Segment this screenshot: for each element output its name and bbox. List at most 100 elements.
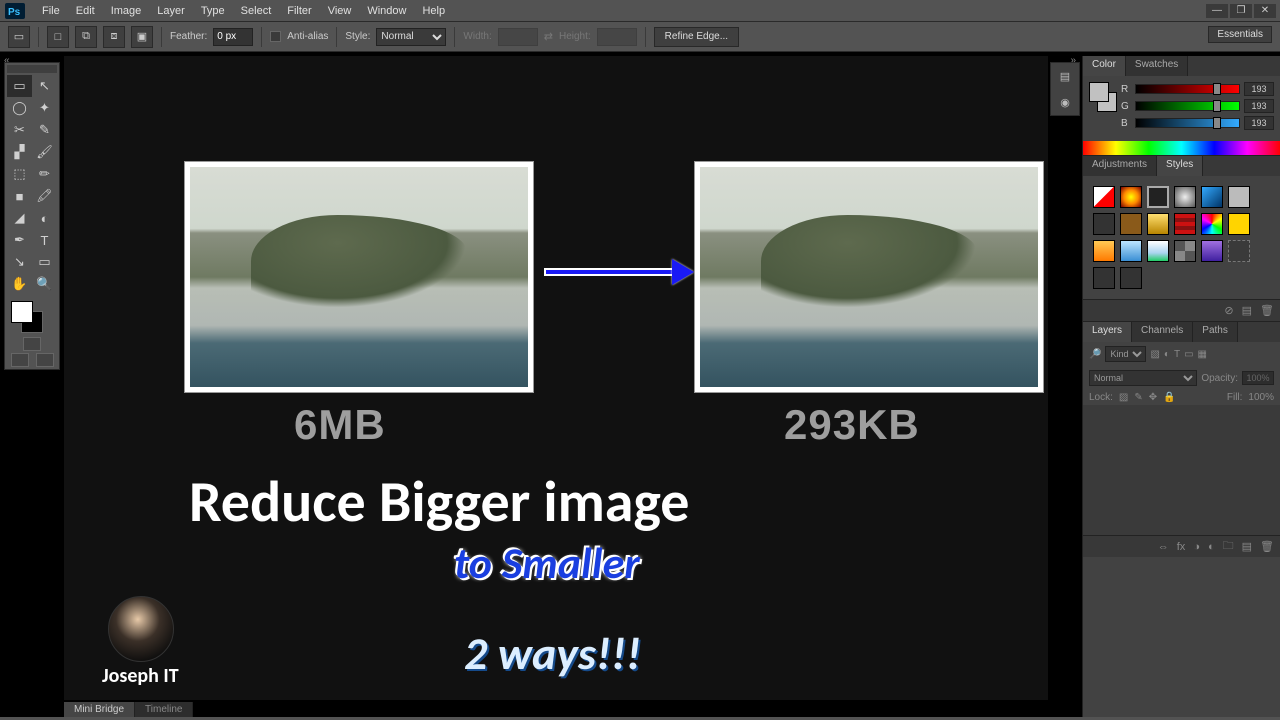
document-canvas[interactable]: 6MB 293KB Reduce Bigger image to Smaller… [64, 56, 1048, 700]
layers-list[interactable] [1083, 405, 1280, 535]
filter-smart-icon[interactable]: ▦ [1198, 349, 1207, 360]
tool-history-brush[interactable]: ✏ [32, 163, 57, 185]
tool-move[interactable]: ↖ [32, 75, 57, 97]
menu-select[interactable]: Select [233, 5, 280, 17]
tab-swatches[interactable]: Swatches [1126, 56, 1188, 76]
selection-subtract-icon[interactable]: ⧈ [103, 26, 125, 48]
screenmode-alt-icon[interactable] [36, 353, 54, 367]
selection-add-icon[interactable]: ⧉ [75, 26, 97, 48]
window-restore-icon[interactable]: ❐ [1230, 4, 1252, 18]
b-value[interactable]: 193 [1244, 116, 1274, 130]
tab-styles[interactable]: Styles [1157, 156, 1203, 176]
active-tool-icon[interactable]: ▭ [8, 26, 30, 48]
r-value[interactable]: 193 [1244, 82, 1274, 96]
style-swatch[interactable] [1201, 186, 1223, 208]
tool-healing[interactable]: ▞ [7, 141, 32, 163]
tool-stamp[interactable]: ⬚ [7, 163, 32, 185]
style-swatch[interactable] [1120, 186, 1142, 208]
properties-panel-icon[interactable]: ◉ [1051, 89, 1079, 115]
tool-pen[interactable]: ✒ [7, 229, 32, 251]
filter-type-icon[interactable]: T [1174, 349, 1180, 360]
b-slider[interactable] [1135, 118, 1240, 128]
style-swatch[interactable] [1174, 213, 1196, 235]
color-spectrum[interactable] [1083, 141, 1280, 155]
fill-value[interactable]: 100% [1248, 392, 1274, 403]
selection-new-icon[interactable]: □ [47, 26, 69, 48]
filter-image-icon[interactable]: ▧ [1150, 349, 1159, 360]
style-swatch[interactable] [1201, 213, 1223, 235]
feather-input[interactable] [213, 28, 253, 46]
delete-layer-icon[interactable]: 🗑 [1260, 540, 1274, 553]
style-swatch[interactable] [1228, 186, 1250, 208]
style-none[interactable] [1093, 186, 1115, 208]
tab-adjustments[interactable]: Adjustments [1083, 156, 1157, 176]
menu-edit[interactable]: Edit [68, 5, 103, 17]
filter-adjust-icon[interactable]: ◐ [1164, 349, 1170, 360]
tool-gradient[interactable]: 🖍 [32, 185, 57, 207]
window-minimize-icon[interactable]: — [1206, 4, 1228, 18]
g-value[interactable]: 193 [1244, 99, 1274, 113]
lock-brush-icon[interactable]: ✎ [1134, 392, 1142, 403]
tool-eyedropper[interactable]: ✎ [32, 119, 57, 141]
tab-paths[interactable]: Paths [1193, 322, 1238, 342]
color-swatch[interactable] [7, 299, 57, 335]
style-swatch[interactable] [1147, 213, 1169, 235]
panel-grip[interactable] [7, 65, 57, 73]
new-layer-icon[interactable]: ▤ [1242, 540, 1252, 553]
tool-zoom[interactable]: 🔍 [32, 273, 57, 295]
blend-mode-select[interactable]: Normal [1089, 370, 1197, 386]
selection-intersect-icon[interactable]: ▣ [131, 26, 153, 48]
layer-mask-icon[interactable]: ◑ [1193, 541, 1200, 553]
menu-window[interactable]: Window [359, 5, 414, 17]
new-style-icon[interactable]: ▤ [1242, 304, 1252, 317]
menu-filter[interactable]: Filter [279, 5, 319, 17]
lock-all-icon[interactable]: 🔒 [1163, 392, 1175, 403]
layer-fx-icon[interactable]: fx [1177, 541, 1186, 553]
style-swatch[interactable] [1093, 267, 1115, 289]
menu-help[interactable]: Help [414, 5, 453, 17]
antialias-checkbox[interactable] [270, 31, 281, 42]
style-swatch[interactable] [1228, 213, 1250, 235]
layer-filter-kind[interactable]: Kind [1105, 346, 1146, 362]
tool-shape[interactable]: ▭ [32, 251, 57, 273]
menu-type[interactable]: Type [193, 5, 233, 17]
style-swatch[interactable] [1174, 186, 1196, 208]
tool-lasso[interactable]: ◯ [7, 97, 32, 119]
history-panel-icon[interactable]: ▤ [1051, 63, 1079, 89]
color-panel-swatch[interactable] [1089, 82, 1115, 120]
tool-marquee[interactable]: ▭ [7, 75, 32, 97]
menu-view[interactable]: View [320, 5, 360, 17]
tool-type[interactable]: T [32, 229, 57, 251]
g-slider[interactable] [1135, 101, 1240, 111]
r-slider[interactable] [1135, 84, 1240, 94]
tool-dodge[interactable]: ◐ [32, 207, 57, 229]
style-swatch[interactable] [1093, 240, 1115, 262]
window-close-icon[interactable]: ✕ [1254, 4, 1276, 18]
style-swatch[interactable] [1174, 240, 1196, 262]
style-swatch[interactable] [1120, 240, 1142, 262]
style-swatch[interactable] [1147, 186, 1169, 208]
screenmode-icon[interactable] [11, 353, 29, 367]
opacity-value[interactable]: 100% [1242, 371, 1274, 385]
refine-edge-button[interactable]: Refine Edge... [654, 27, 739, 47]
tab-color[interactable]: Color [1083, 56, 1126, 76]
foreground-color[interactable] [11, 301, 33, 323]
group-icon[interactable]: 🗀 [1223, 537, 1234, 556]
delete-style-icon[interactable]: 🗑 [1260, 304, 1274, 317]
no-style-icon[interactable]: ⊘ [1224, 304, 1233, 317]
lock-pixels-icon[interactable]: ▨ [1119, 392, 1128, 403]
style-select[interactable]: Normal [376, 28, 446, 46]
style-swatch[interactable] [1147, 240, 1169, 262]
quickmask-icon[interactable] [23, 337, 41, 351]
menu-file[interactable]: File [34, 5, 68, 17]
tab-layers[interactable]: Layers [1083, 322, 1132, 342]
style-swatch[interactable] [1120, 213, 1142, 235]
menu-image[interactable]: Image [103, 5, 150, 17]
tool-path-select[interactable]: ↘ [7, 251, 32, 273]
tool-brush[interactable]: 🖌 [32, 141, 57, 163]
tool-crop[interactable]: ✂ [7, 119, 32, 141]
style-swatch[interactable] [1201, 240, 1223, 262]
style-swatch[interactable] [1093, 213, 1115, 235]
style-swatch[interactable] [1120, 267, 1142, 289]
tool-hand[interactable]: ✋ [7, 273, 32, 295]
